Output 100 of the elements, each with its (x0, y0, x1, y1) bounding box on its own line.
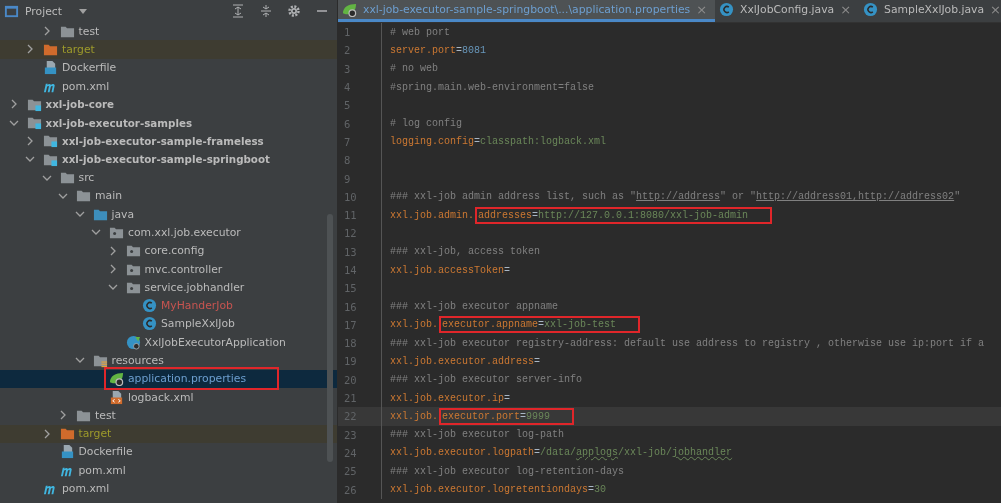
line-number: 24 (338, 443, 382, 463)
tree-label: logback.xml (128, 390, 194, 404)
scrollbar[interactable] (327, 214, 333, 462)
code-token: 30 (594, 484, 607, 496)
code-token: ### xxl-job executor log-path (390, 429, 565, 441)
line-number: 13 (338, 242, 382, 261)
code-token: = (504, 392, 511, 404)
tree-row[interactable]: xxl-job-executor-sample-frameless (0, 131, 337, 151)
xml-file-icon (109, 389, 124, 405)
tree-row[interactable]: pom.xml (0, 479, 337, 498)
line-number: 19 (338, 352, 382, 371)
code-token: = (538, 319, 545, 331)
code-token: ### xxl-job, access token (390, 246, 541, 258)
tree-label: xxl-job-executor-sample-springboot (62, 153, 270, 166)
tree-row[interactable]: xxl-job-core (0, 95, 337, 114)
code-token: xxl.job.executor.ip (390, 392, 505, 404)
tree-row[interactable]: SampleXxlJob (0, 314, 337, 334)
code-token: xxl.job. (390, 410, 438, 422)
tree-label: SampleXxlJob (161, 317, 235, 331)
tree-row[interactable]: core.config (0, 241, 337, 260)
tree-row[interactable]: target (0, 424, 337, 443)
folder-icon (59, 170, 75, 185)
line-number: 17 (338, 315, 382, 335)
tree-row[interactable]: Dockerfile (0, 58, 337, 77)
tree-row[interactable]: service.jobhandler (0, 278, 337, 297)
line-number: 25 (338, 462, 382, 481)
code-token: classpath:logback.xml (480, 136, 607, 148)
tree-label: service.jobhandler (144, 280, 245, 294)
tree-row[interactable]: target (0, 40, 337, 59)
class-icon (142, 316, 157, 332)
code-token: server.port (390, 44, 456, 56)
line-number: 23 (338, 425, 382, 444)
tree-row[interactable]: resources (0, 351, 337, 370)
code-token: jobhandler (672, 447, 733, 459)
tree-label: core.config (144, 244, 205, 258)
spring-leaf-icon (342, 2, 357, 17)
close-icon[interactable]: × (840, 2, 852, 17)
expand-all-icon[interactable] (231, 4, 245, 18)
line-number: 7 (338, 132, 382, 152)
code-token: 8081 (462, 44, 487, 56)
panel-icon (4, 3, 19, 19)
code-token: = (588, 484, 595, 496)
panel-title: Project (25, 4, 62, 18)
collapse-all-icon[interactable] (259, 4, 273, 18)
line-number: 6 (338, 114, 382, 133)
tree-label: MyHanderJob (161, 299, 233, 313)
selected-tree-row[interactable]: application.properties (0, 369, 337, 388)
code-token: 9999 (526, 410, 551, 422)
tree-row[interactable]: java (0, 204, 337, 224)
link[interactable]: http://address01,http://address02 (756, 191, 955, 203)
code-token: ### xxl-job executor registry-address: default use address to registry , otherwise use ip:port if a (390, 337, 985, 349)
tree-label: pom.xml (78, 463, 126, 477)
tree-label: application.properties (128, 372, 247, 386)
tree-label: xxl-job-executor-samples (45, 116, 193, 129)
tree-row[interactable]: xxl-job-executor-samples (0, 113, 337, 132)
tree-label: mvc.controller (144, 262, 223, 276)
editor-tab[interactable]: SampleXxlJob.java × (859, 0, 1001, 22)
tree-row[interactable]: Dockerfile (0, 442, 337, 462)
code-token: ### xxl-job executor server-info (390, 374, 583, 386)
code-token: xxl.job.executor.logretentiondays (390, 484, 589, 496)
code-token: # no web (390, 63, 438, 75)
tree-label: com.xxl.job.executor (128, 225, 241, 239)
code-token: " (954, 191, 961, 203)
class-icon (142, 298, 157, 314)
line-number: 10 (338, 187, 382, 206)
tree-label: pom.xml (62, 482, 110, 496)
package-folder-icon (125, 243, 141, 259)
tree-row[interactable]: com.xxl.job.executor (0, 223, 337, 242)
line-number: 2 (338, 41, 382, 60)
line-number: 1 (338, 23, 382, 42)
tree-label: xxl-job-executor-sample-frameless (62, 134, 264, 147)
tree-row[interactable]: mvc.controller (0, 259, 337, 279)
link[interactable]: http://address (636, 191, 721, 203)
close-icon[interactable]: × (990, 2, 1001, 17)
tree-row[interactable]: pom.xml (0, 461, 337, 480)
tree-row[interactable]: test (0, 22, 337, 41)
tree-label: main (95, 189, 122, 203)
tree-label: pom.xml (62, 79, 110, 93)
code-token: executor.appname (442, 319, 539, 331)
code-token: xxl.job.executor.logpath (390, 447, 535, 459)
resources-folder-icon (92, 353, 108, 368)
code-token: # log config (390, 118, 462, 130)
tree-row[interactable]: main (0, 186, 337, 205)
editor-tab[interactable]: xxl-job-executor-sample-springboot\...\application.properties × (338, 0, 716, 22)
tree-label: test (78, 24, 100, 38)
code-token: logging.config (390, 136, 474, 148)
settings-icon[interactable] (287, 4, 301, 18)
tree-row[interactable]: test (0, 406, 337, 425)
tree-row[interactable]: XxlJobExecutorApplication (0, 333, 337, 352)
editor-tab[interactable]: XxlJobConfig.java × (715, 0, 860, 22)
code-token: xxl.job.accessToken (390, 264, 505, 276)
tree-row[interactable]: src (0, 168, 337, 187)
tree-row[interactable]: logback.xml (0, 387, 337, 407)
chevron-icon[interactable] (58, 410, 68, 421)
code-token: = (532, 209, 539, 221)
tree-row[interactable]: pom.xml (0, 76, 337, 96)
tree-row[interactable]: xxl-job-executor-sample-springboot (0, 150, 337, 169)
chevron-icon[interactable] (25, 44, 35, 55)
chevron-icon[interactable] (25, 135, 35, 146)
tree-label: Dockerfile (78, 445, 133, 459)
